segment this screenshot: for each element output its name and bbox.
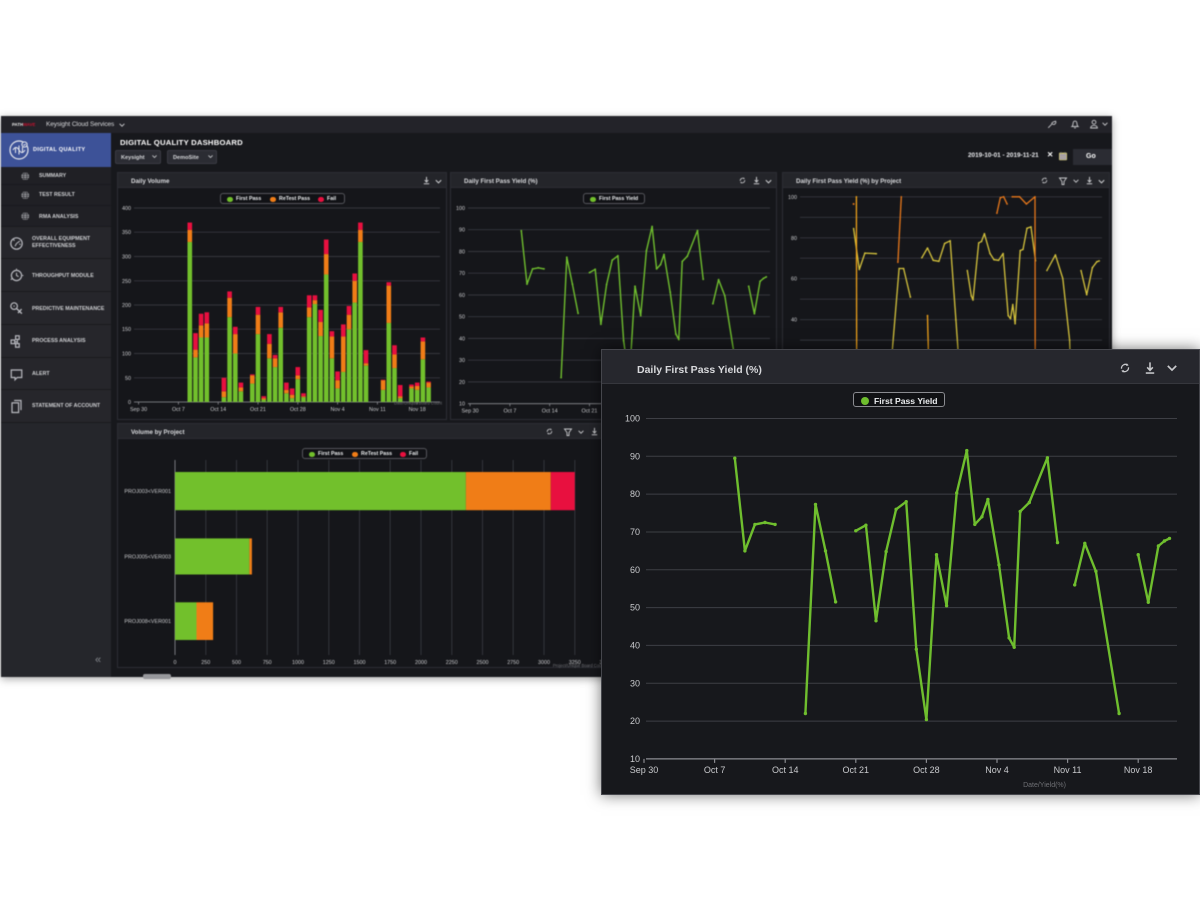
svg-text:100: 100 [625,414,640,424]
svg-text:300: 300 [122,255,131,261]
svg-text:50: 50 [125,376,131,382]
svg-text:90: 90 [630,451,640,461]
svg-text:Oct 21: Oct 21 [843,765,870,775]
svg-text:80: 80 [791,236,797,242]
svg-text:Nov 4: Nov 4 [985,765,1009,775]
svg-text:350: 350 [122,230,131,236]
svg-text:90: 90 [459,228,465,234]
svg-text:1500: 1500 [354,660,366,666]
svg-text:400: 400 [122,206,131,212]
svg-text:250: 250 [201,660,210,666]
svg-text:20: 20 [630,716,640,726]
svg-text:10: 10 [459,402,465,408]
svg-text:Oct 28: Oct 28 [290,407,306,413]
svg-text:0: 0 [174,660,177,666]
svg-text:10: 10 [630,754,640,764]
svg-text:200: 200 [122,303,131,309]
svg-text:2750: 2750 [507,660,519,666]
svg-text:3000: 3000 [538,660,550,666]
svg-text:40: 40 [791,318,797,324]
svg-text:60: 60 [459,293,465,299]
svg-text:80: 80 [459,250,465,256]
svg-text:2250: 2250 [446,660,458,666]
svg-text:80: 80 [630,489,640,499]
svg-text:Nov 11: Nov 11 [369,407,386,413]
svg-text:1000: 1000 [292,660,304,666]
svg-text:Nov 18: Nov 18 [1124,765,1153,775]
svg-text:20: 20 [459,380,465,386]
svg-text:250: 250 [122,279,131,285]
svg-text:500: 500 [232,660,241,666]
svg-text:100: 100 [456,206,465,212]
svg-text:100: 100 [122,352,131,358]
svg-text:Oct 14: Oct 14 [542,409,558,415]
svg-text:60: 60 [630,565,640,575]
svg-text:Date/Unique Board Count: Date/Unique Board Count [394,401,443,406]
svg-text:30: 30 [459,358,465,364]
svg-text:30: 30 [630,678,640,688]
svg-text:70: 70 [459,271,465,277]
svg-text:Oct 14: Oct 14 [772,765,799,775]
svg-text:70: 70 [630,527,640,537]
svg-text:40: 40 [459,336,465,342]
svg-text:PROJ008<VER001: PROJ008<VER001 [124,619,171,625]
svg-text:Sep 30: Sep 30 [462,409,479,415]
svg-text:Nov 4: Nov 4 [331,407,345,413]
svg-text:0: 0 [128,400,131,406]
svg-text:750: 750 [263,660,272,666]
svg-text:60: 60 [791,277,797,283]
svg-text:Date/Yield(%): Date/Yield(%) [1023,782,1066,789]
svg-text:100: 100 [788,195,797,201]
svg-text:PROJ005<VER003: PROJ005<VER003 [124,555,171,561]
svg-text:Sep 30: Sep 30 [630,765,659,775]
svg-text:Nov 18: Nov 18 [409,407,426,413]
svg-text:Oct 28: Oct 28 [913,765,940,775]
svg-text:PROJ003<VER001: PROJ003<VER001 [124,489,171,495]
svg-text:Sep 30: Sep 30 [130,407,147,413]
svg-text:Oct 7: Oct 7 [172,407,185,413]
svg-text:50: 50 [630,603,640,613]
svg-text:2000: 2000 [415,660,427,666]
svg-text:50: 50 [459,315,465,321]
svg-text:Oct 7: Oct 7 [503,409,516,415]
svg-text:Oct 21: Oct 21 [582,409,598,415]
svg-text:Oct 7: Oct 7 [704,765,726,775]
svg-text:Oct 14: Oct 14 [210,407,226,413]
svg-text:150: 150 [122,327,131,333]
svg-text:2500: 2500 [477,660,489,666]
svg-text:1250: 1250 [323,660,335,666]
svg-text:1750: 1750 [384,660,396,666]
svg-text:40: 40 [630,640,640,650]
svg-text:Project/Unique Board Count: Project/Unique Board Count [553,663,606,668]
svg-text:Oct 21: Oct 21 [250,407,266,413]
svg-text:Nov 11: Nov 11 [1054,765,1082,775]
